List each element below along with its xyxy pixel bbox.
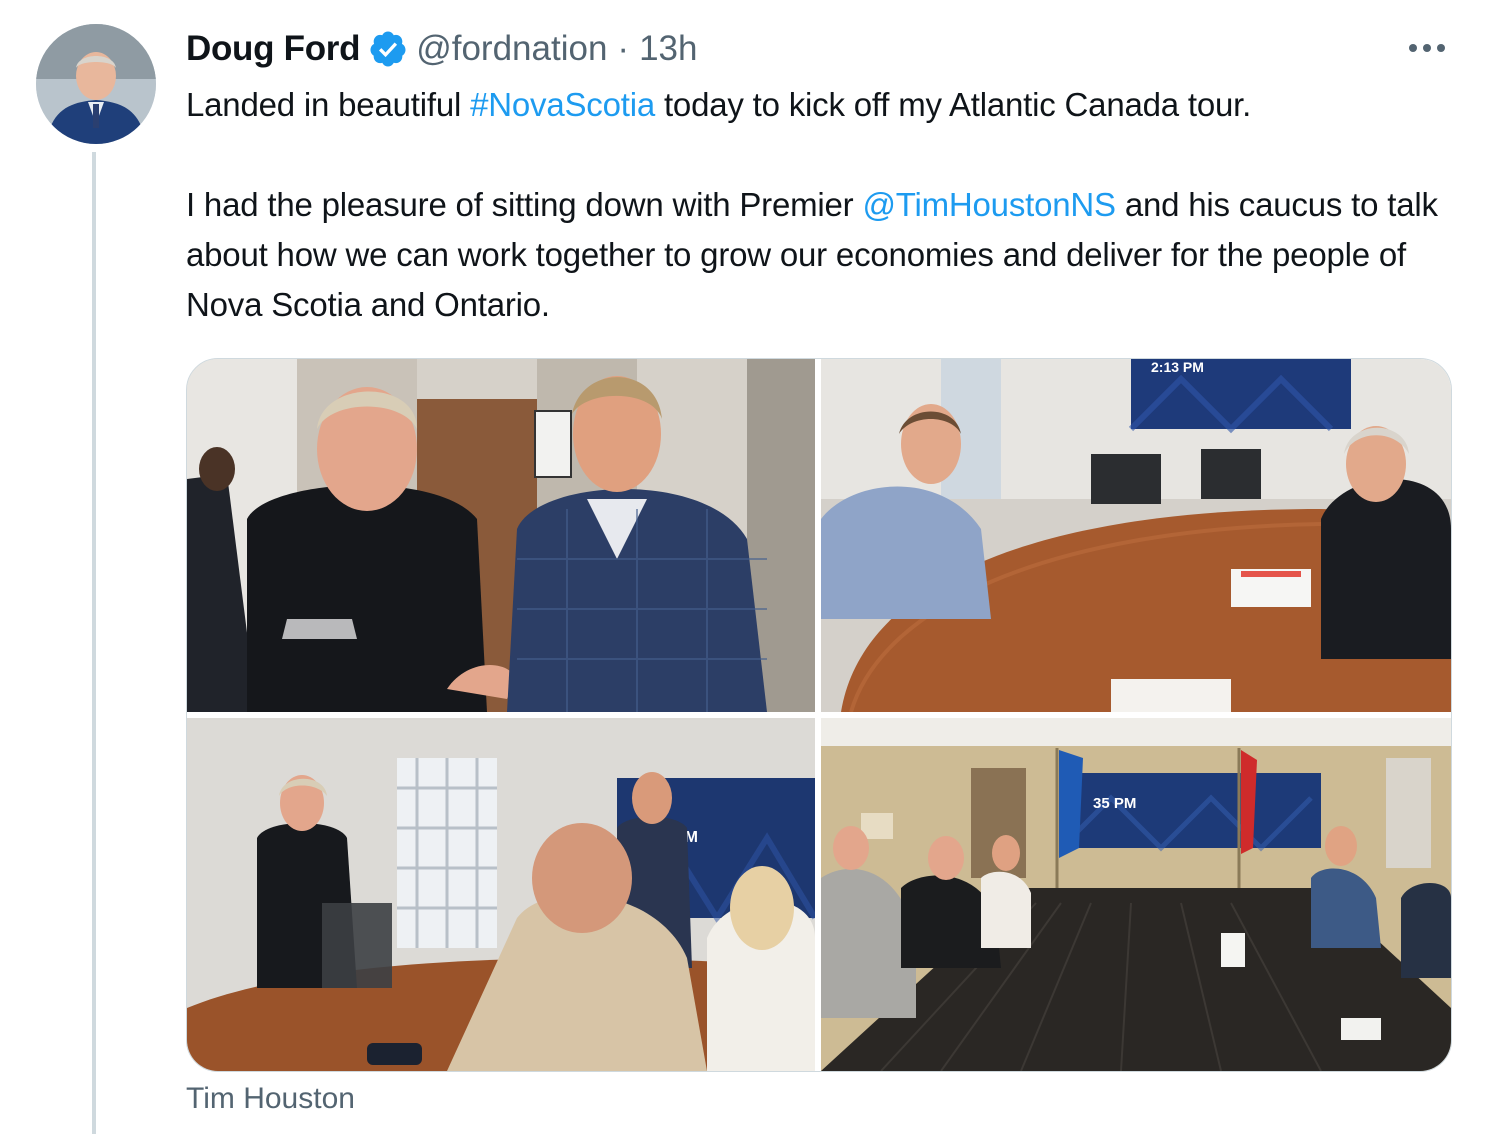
photo-standing-boardroom[interactable]: PM (187, 718, 815, 1071)
photo-meeting-table[interactable]: 2:13 PM (821, 359, 1451, 712)
verified-badge-icon (370, 31, 406, 67)
author-name[interactable]: Doug Ford (186, 29, 361, 69)
media-grid: 2:13 PM PM (186, 358, 1452, 1072)
mention-link[interactable]: @TimHoustonNS (862, 186, 1116, 223)
tweet-text-segment: today to kick off my Atlantic Canada tou… (655, 86, 1252, 123)
avatar-photo (36, 24, 156, 144)
tweet-text-segment: Landed in beautiful (186, 86, 471, 123)
hashtag-link[interactable]: #NovaScotia (470, 86, 655, 123)
tweet-paragraph-1: Landed in beautiful #NovaScotia today to… (186, 80, 1466, 130)
tweet-text-segment: I had the pleasure of sitting down with … (186, 186, 863, 223)
tweet-timestamp[interactable]: 13h (639, 29, 697, 69)
more-options-button[interactable] (1402, 28, 1452, 68)
tweet-header: Doug Ford @fordnation · 13h (186, 26, 697, 72)
author-avatar[interactable] (36, 24, 156, 144)
photo-handshake[interactable] (187, 359, 815, 712)
more-dots-icon (1409, 44, 1445, 52)
author-handle[interactable]: @fordnation (416, 29, 607, 69)
tweet-paragraph-2: I had the pleasure of sitting down with … (186, 180, 1466, 330)
header-separator: · (617, 29, 630, 68)
screen-clock-text: 2:13 PM (1151, 359, 1204, 375)
tagged-user-link[interactable]: Tim Houston (186, 1082, 355, 1116)
thread-connector-line (92, 152, 96, 1134)
photo-wide-boardroom[interactable]: 35 PM (821, 718, 1451, 1071)
tweet-body: Landed in beautiful #NovaScotia today to… (186, 80, 1466, 330)
screen-clock-text: 35 PM (1093, 795, 1136, 812)
